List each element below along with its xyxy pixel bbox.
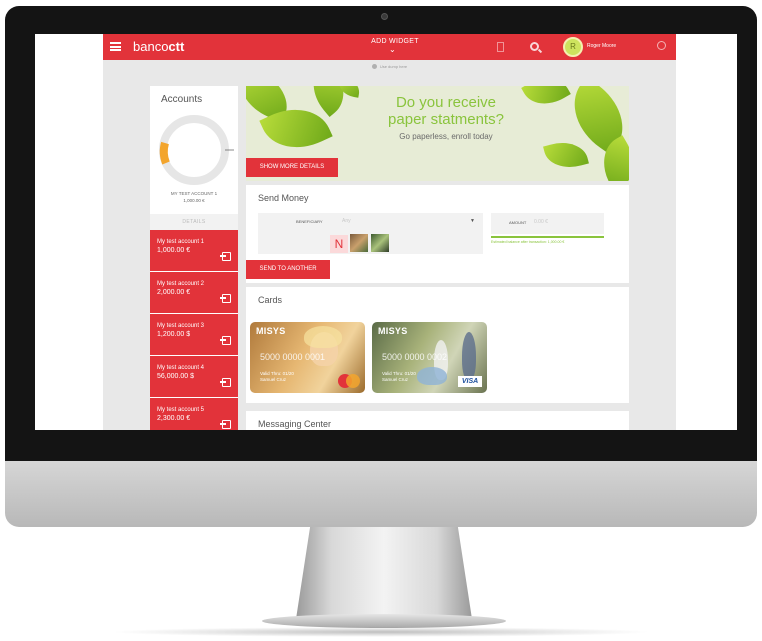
send-money-widget: Send Money BENEFICIARY Any ▼ N AMOUNT 0.…	[246, 185, 629, 283]
user-name: Roger Moore	[587, 43, 617, 49]
credit-card[interactable]: MISYS 5000 0000 0001 Valid Thru: 01/20 S…	[250, 322, 365, 393]
monitor-stand-base	[262, 614, 506, 628]
gauge-label: MY TEST ACCOUNT 1 1,000.00 €	[150, 190, 238, 204]
transfer-icon[interactable]	[220, 336, 231, 345]
visa-icon: VISA	[458, 376, 482, 387]
promo-banner: Do you receive paper statments? Go paper…	[246, 86, 629, 181]
brand-suffix: ctt	[168, 39, 185, 54]
card-photo-bike	[417, 367, 447, 385]
account-name: My test account 4	[157, 365, 205, 371]
show-more-details-button[interactable]: SHOW MORE DETAILS	[246, 158, 338, 177]
gauge-track	[159, 115, 229, 185]
amount-field[interactable]: AMOUNT 0.00 €	[491, 213, 604, 234]
account-name: My test account 3	[157, 323, 205, 329]
amount-label: AMOUNT	[509, 220, 527, 225]
card-number: 5000 0000 0002	[382, 352, 448, 362]
mastercard-icon	[338, 374, 360, 388]
brand-logo[interactable]: bancoctt	[133, 39, 184, 54]
leaf-decoration	[521, 86, 571, 114]
beneficiary-label: BENEFICIARY	[296, 219, 323, 224]
transfer-icon[interactable]	[220, 294, 231, 303]
accounts-panel: Accounts MY TEST ACCOUNT 1 1,000.00 € DE…	[150, 86, 238, 430]
send-money-title: Send Money	[258, 193, 309, 203]
gauge-account-name: MY TEST ACCOUNT 1	[170, 191, 218, 196]
account-amount: 56,000.00 $	[157, 373, 194, 380]
document-icon[interactable]	[497, 42, 504, 52]
account-amount: 2,000.00 €	[157, 289, 191, 296]
account-item[interactable]: My test account 4 56,000.00 $	[150, 356, 238, 397]
account-item[interactable]: My test account 1 1,000.00 €	[150, 230, 238, 271]
leaf-decoration	[543, 136, 589, 174]
card-holder: Samuel Cruz	[382, 377, 409, 382]
search-icon[interactable]	[530, 42, 539, 51]
info-dot-icon	[371, 64, 377, 70]
account-amount: 1,000.00 €	[157, 247, 191, 254]
messaging-title: Messaging Center	[258, 419, 332, 429]
power-icon[interactable]	[657, 41, 666, 50]
screen: bancoctt ADD WIDGET ⌄ R Roger Moore Use …	[35, 34, 737, 430]
banking-app: bancoctt ADD WIDGET ⌄ R Roger Moore Use …	[103, 34, 676, 430]
cards-title: Cards	[258, 295, 283, 305]
send-to-another-button[interactable]: SEND TO ANOTHER	[246, 260, 330, 279]
card-expiry: Valid Thru: 01/20 Samuel Cruz	[382, 371, 416, 383]
account-name: My test account 1	[157, 239, 205, 245]
chevron-down-icon[interactable]: ⌄	[389, 46, 396, 54]
beneficiary-field[interactable]: BENEFICIARY Any ▼ N	[258, 213, 483, 254]
banner-line-2: paper statments?	[388, 111, 504, 128]
wallet-icon[interactable]	[220, 420, 231, 429]
account-item[interactable]: My test account 3 1,200.00 $	[150, 314, 238, 355]
contact-photo[interactable]	[371, 234, 389, 252]
amount-input[interactable]: 0.00 €	[534, 219, 548, 225]
cards-widget: Cards MISYS 5000 0000 0001 Valid Thru: 0…	[246, 287, 629, 403]
balance-gauge	[159, 115, 234, 185]
card-photo-hair	[304, 326, 342, 348]
menu-icon[interactable]	[110, 42, 121, 51]
account-name: My test account 2	[157, 281, 205, 287]
subheader: Use dump here	[103, 64, 676, 70]
avatar[interactable]: R	[563, 37, 583, 57]
contact-initial[interactable]: N	[330, 235, 348, 253]
card-holder: Samuel Cruz	[260, 377, 287, 382]
account-item[interactable]: My test account 2 2,000.00 €	[150, 272, 238, 313]
webcam-icon	[381, 13, 388, 20]
account-amount: 1,200.00 $	[157, 331, 191, 338]
credit-card[interactable]: MISYS 5000 0000 0002 Valid Thru: 01/20 S…	[372, 322, 487, 393]
contact-photo[interactable]	[350, 234, 368, 252]
account-item[interactable]: My test account 5 2,300.00 €	[150, 398, 238, 430]
account-name: My test account 5	[157, 407, 205, 413]
balance-note: Estimated balance after transaction: 1,0…	[491, 240, 565, 244]
balance-bar	[491, 236, 604, 238]
gauge-fill	[159, 141, 170, 165]
banner-text: Do you receive paper statments? Go paper…	[366, 94, 526, 141]
subheader-text: Use dump here	[379, 64, 408, 69]
top-bar: bancoctt ADD WIDGET ⌄ R Roger Moore	[103, 34, 676, 60]
details-link[interactable]: DETAILS	[150, 214, 238, 230]
dropdown-caret-icon[interactable]: ▼	[470, 218, 475, 224]
monitor-shadow	[110, 627, 652, 637]
gauge-account-value: 1,000.00 €	[183, 198, 205, 203]
monitor-chin	[5, 461, 757, 527]
card-number: 5000 0000 0001	[260, 352, 326, 362]
banner-line-3: Go paperless, enroll today	[399, 132, 493, 141]
transfer-icon[interactable]	[220, 252, 231, 261]
monitor-stand	[296, 527, 472, 619]
accounts-title: Accounts	[161, 94, 203, 105]
messaging-center-widget: Messaging Center	[246, 411, 629, 430]
card-expiry: Valid Thru: 01/20 Samuel Cruz	[260, 371, 294, 383]
card-photo-person	[462, 332, 476, 380]
card-brand: MISYS	[256, 326, 286, 336]
card-brand: MISYS	[378, 326, 408, 336]
brand-prefix: banco	[133, 39, 169, 54]
account-amount: 2,300.00 €	[157, 415, 191, 422]
add-widget-button[interactable]: ADD WIDGET	[355, 38, 435, 45]
beneficiary-select[interactable]: Any	[342, 218, 351, 224]
transfer-icon[interactable]	[220, 378, 231, 387]
banner-line-1: Do you receive	[395, 94, 497, 111]
